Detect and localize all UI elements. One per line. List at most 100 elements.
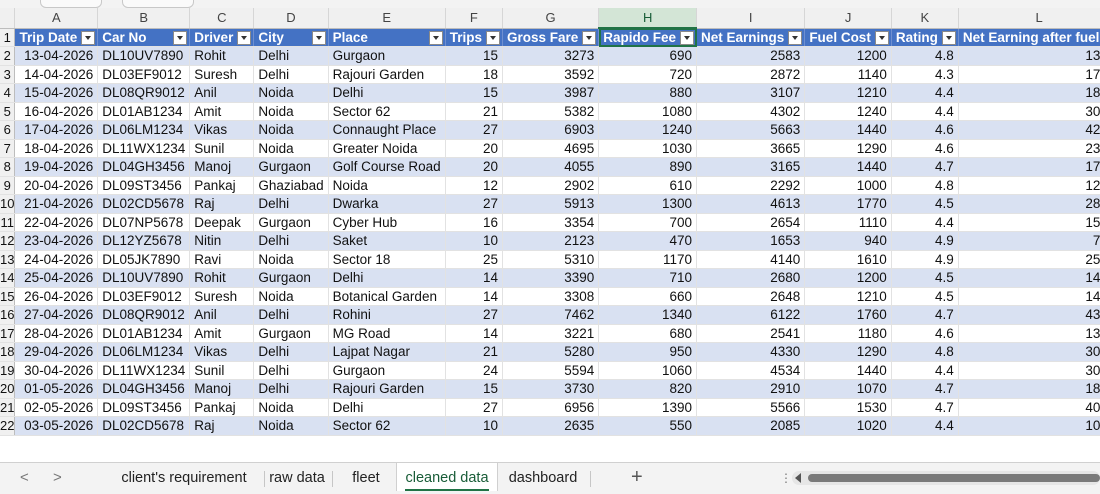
add-sheet-icon[interactable]: + bbox=[631, 466, 643, 489]
table-cell[interactable]: 1897 bbox=[958, 83, 1100, 103]
table-cell[interactable]: 1140 bbox=[804, 65, 892, 84]
filter-dropdown-icon[interactable] bbox=[81, 30, 96, 45]
table-cell[interactable]: 3062 bbox=[958, 102, 1100, 121]
table-cell[interactable]: Delhi bbox=[253, 231, 329, 251]
table-cell[interactable]: 2654 bbox=[696, 213, 806, 232]
filter-dropdown-icon[interactable] bbox=[311, 30, 326, 45]
table-header-cell[interactable]: Trips bbox=[445, 28, 503, 47]
table-cell[interactable]: Noida bbox=[253, 83, 329, 103]
table-cell[interactable]: 24 bbox=[445, 361, 503, 380]
table-cell[interactable]: 16-04-2026 bbox=[14, 102, 99, 121]
table-cell[interactable]: 1210 bbox=[804, 287, 892, 306]
table-cell[interactable]: Saket bbox=[328, 231, 446, 251]
table-cell[interactable]: Gurgaon bbox=[253, 268, 329, 288]
row-number[interactable]: 20 bbox=[0, 379, 16, 399]
table-cell[interactable]: Gurgaon bbox=[253, 324, 329, 343]
table-cell[interactable]: 1438 bbox=[958, 287, 1100, 306]
table-header-cell[interactable]: Rating bbox=[891, 28, 959, 47]
table-header-cell[interactable]: Net Earnings bbox=[696, 28, 806, 47]
table-cell[interactable]: 4.4 bbox=[891, 361, 959, 380]
table-cell[interactable]: 1840 bbox=[958, 379, 1100, 399]
table-cell[interactable]: 4.8 bbox=[891, 46, 959, 66]
table-cell[interactable]: 4.7 bbox=[891, 398, 959, 417]
row-number[interactable]: 3 bbox=[0, 65, 16, 84]
table-cell[interactable]: 710 bbox=[598, 268, 698, 288]
table-cell[interactable]: 5310 bbox=[502, 250, 600, 269]
table-cell[interactable]: Sector 62 bbox=[328, 416, 446, 436]
table-cell[interactable]: Deepak bbox=[189, 213, 255, 232]
table-cell[interactable]: 1000 bbox=[804, 176, 892, 195]
table-cell[interactable]: 4.4 bbox=[891, 83, 959, 103]
table-cell[interactable]: Delhi bbox=[328, 398, 446, 417]
table-cell[interactable]: 29-04-2026 bbox=[14, 342, 99, 362]
filter-dropdown-icon[interactable] bbox=[173, 30, 188, 45]
table-cell[interactable]: Rajouri Garden bbox=[328, 379, 446, 399]
table-cell[interactable]: 4.4 bbox=[891, 102, 959, 121]
table-cell[interactable]: 1440 bbox=[804, 157, 892, 177]
table-cell[interactable]: Delhi bbox=[253, 342, 329, 362]
table-cell[interactable]: 4534 bbox=[696, 361, 806, 380]
filter-dropdown-icon[interactable] bbox=[237, 30, 252, 45]
table-cell[interactable]: 3165 bbox=[696, 157, 806, 177]
table-header-cell[interactable]: Fuel Cost bbox=[804, 28, 892, 47]
table-cell[interactable]: Greater Noida bbox=[328, 139, 446, 158]
table-cell[interactable]: Suresh bbox=[189, 65, 255, 84]
table-cell[interactable]: 30-04-2026 bbox=[14, 361, 99, 380]
table-cell[interactable]: 1210 bbox=[804, 83, 892, 103]
table-cell[interactable]: 01-05-2026 bbox=[14, 379, 99, 399]
table-cell[interactable]: 21 bbox=[445, 342, 503, 362]
table-cell[interactable]: 18 bbox=[445, 65, 503, 84]
table-header-cell[interactable]: Trip Date bbox=[14, 28, 99, 47]
table-cell[interactable]: Delhi bbox=[253, 361, 329, 380]
table-cell[interactable]: 4.5 bbox=[891, 268, 959, 288]
table-header-cell[interactable]: Car No bbox=[97, 28, 191, 47]
table-cell[interactable]: Rohini bbox=[328, 305, 446, 325]
table-cell[interactable]: Anil bbox=[189, 83, 255, 103]
table-cell[interactable]: 4.4 bbox=[891, 416, 959, 436]
table-cell[interactable]: 6122 bbox=[696, 305, 806, 325]
column-header[interactable]: K bbox=[891, 8, 959, 29]
table-cell[interactable]: DL10UV7890 bbox=[97, 46, 191, 66]
table-cell[interactable]: 2872 bbox=[696, 65, 806, 84]
table-cell[interactable]: DL03EF9012 bbox=[97, 287, 191, 306]
table-cell[interactable]: 4.7 bbox=[891, 305, 959, 325]
scroll-left-icon[interactable] bbox=[795, 473, 801, 483]
row-number[interactable]: 13 bbox=[0, 250, 16, 269]
table-cell[interactable]: 5594 bbox=[502, 361, 600, 380]
scrollbar-thumb[interactable] bbox=[808, 474, 1100, 482]
table-cell[interactable]: 4.6 bbox=[891, 120, 959, 140]
table-cell[interactable]: 4.5 bbox=[891, 287, 959, 306]
table-cell[interactable]: 26-04-2026 bbox=[14, 287, 99, 306]
table-cell[interactable]: 19-04-2026 bbox=[14, 157, 99, 177]
table-cell[interactable]: Noida bbox=[253, 120, 329, 140]
table-cell[interactable]: DL06LM1234 bbox=[97, 342, 191, 362]
table-cell[interactable]: 2123 bbox=[502, 231, 600, 251]
table-cell[interactable]: DL08QR9012 bbox=[97, 83, 191, 103]
table-cell[interactable]: Gurgaon bbox=[328, 46, 446, 66]
column-header[interactable]: I bbox=[696, 8, 806, 29]
table-cell[interactable]: 21 bbox=[445, 102, 503, 121]
table-cell[interactable]: 02-05-2026 bbox=[14, 398, 99, 417]
table-cell[interactable]: 3592 bbox=[502, 65, 600, 84]
table-cell[interactable]: Manoj bbox=[189, 379, 255, 399]
table-cell[interactable]: 10 bbox=[445, 416, 503, 436]
table-cell[interactable]: 20 bbox=[445, 139, 503, 158]
table-cell[interactable]: 3094 bbox=[958, 361, 1100, 380]
table-cell[interactable]: Amit bbox=[189, 102, 255, 121]
column-header[interactable]: J bbox=[804, 8, 892, 29]
table-cell[interactable]: Rohit bbox=[189, 46, 255, 66]
table-cell[interactable]: 1725 bbox=[958, 157, 1100, 177]
table-cell[interactable]: 20-04-2026 bbox=[14, 176, 99, 195]
column-header[interactable]: G bbox=[502, 8, 600, 29]
table-cell[interactable]: MG Road bbox=[328, 324, 446, 343]
table-cell[interactable]: DL02CD5678 bbox=[97, 416, 191, 436]
previous-sheet-icon[interactable]: < bbox=[20, 469, 29, 486]
table-cell[interactable]: Sunil bbox=[189, 139, 255, 158]
table-cell[interactable]: Delhi bbox=[253, 65, 329, 84]
table-cell[interactable]: 4302 bbox=[696, 102, 806, 121]
table-cell[interactable]: 5382 bbox=[502, 102, 600, 121]
table-cell[interactable]: 950 bbox=[598, 342, 698, 362]
table-cell[interactable]: 27-04-2026 bbox=[14, 305, 99, 325]
table-cell[interactable]: 1290 bbox=[804, 342, 892, 362]
table-cell[interactable]: Delhi bbox=[253, 46, 329, 66]
